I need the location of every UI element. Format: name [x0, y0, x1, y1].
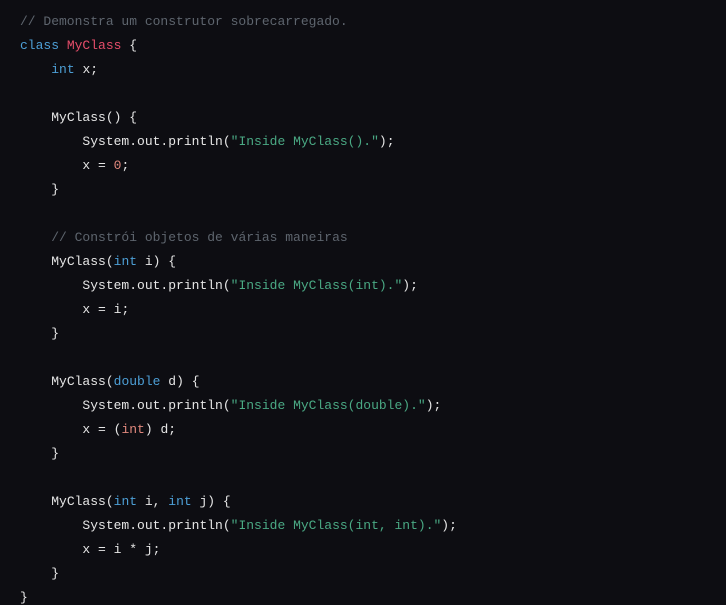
string-literal: "Inside MyClass(int, int)."	[231, 518, 442, 533]
semicolon: ;	[153, 542, 161, 557]
brace: {	[192, 374, 200, 389]
ctor0-name: MyClass	[51, 110, 106, 125]
param-j: j	[192, 494, 208, 509]
semicolon: ;	[168, 422, 176, 437]
semicolon: ;	[121, 158, 129, 173]
brace: }	[51, 182, 59, 197]
brace: }	[20, 590, 28, 605]
println-suffix: );	[379, 134, 395, 149]
param-i: i	[137, 494, 153, 509]
brace: }	[51, 446, 59, 461]
assign-x-product: x = i * j	[82, 542, 152, 557]
keyword-class: class	[20, 38, 59, 53]
ctor3-open: MyClass(	[51, 494, 113, 509]
comment-line: // Demonstra um construtor sobrecarregad…	[20, 14, 348, 29]
assign-x-cast-close: ) d	[145, 422, 168, 437]
class-name: MyClass	[67, 38, 122, 53]
comma: ,	[153, 494, 169, 509]
param-d: d	[160, 374, 176, 389]
assign-x-cast-open: x = (	[82, 422, 121, 437]
assign-x: x =	[82, 302, 113, 317]
type-int: int	[114, 494, 137, 509]
println-suffix: );	[402, 278, 418, 293]
brace: {	[129, 110, 137, 125]
type-int: int	[114, 254, 137, 269]
ctor2-close: )	[176, 374, 184, 389]
println-suffix: );	[441, 518, 457, 533]
string-literal: "Inside MyClass()."	[231, 134, 379, 149]
semicolon: ;	[90, 62, 98, 77]
code-editor[interactable]: // Demonstra um construtor sobrecarregad…	[0, 0, 726, 605]
string-literal: "Inside MyClass(double)."	[231, 398, 426, 413]
brace: }	[51, 326, 59, 341]
brace: {	[129, 38, 137, 53]
println-suffix: );	[426, 398, 442, 413]
ctor1-open: MyClass(	[51, 254, 113, 269]
brace: {	[223, 494, 231, 509]
param-i: i	[137, 254, 153, 269]
comment-line: // Constrói objetos de várias maneiras	[51, 230, 347, 245]
type-double: double	[114, 374, 161, 389]
ctor0-parens: ()	[106, 110, 122, 125]
assign-x: x =	[82, 158, 113, 173]
string-literal: "Inside MyClass(int)."	[231, 278, 403, 293]
brace: }	[51, 566, 59, 581]
brace: {	[168, 254, 176, 269]
ctor3-close: )	[207, 494, 215, 509]
println-prefix: System.out.println(	[82, 398, 230, 413]
ctor2-open: MyClass(	[51, 374, 113, 389]
semicolon: ;	[121, 302, 129, 317]
println-prefix: System.out.println(	[82, 518, 230, 533]
println-prefix: System.out.println(	[82, 278, 230, 293]
type-int: int	[168, 494, 191, 509]
type-int: int	[51, 62, 74, 77]
cast-int: int	[121, 422, 144, 437]
println-prefix: System.out.println(	[82, 134, 230, 149]
ctor1-close: )	[153, 254, 161, 269]
